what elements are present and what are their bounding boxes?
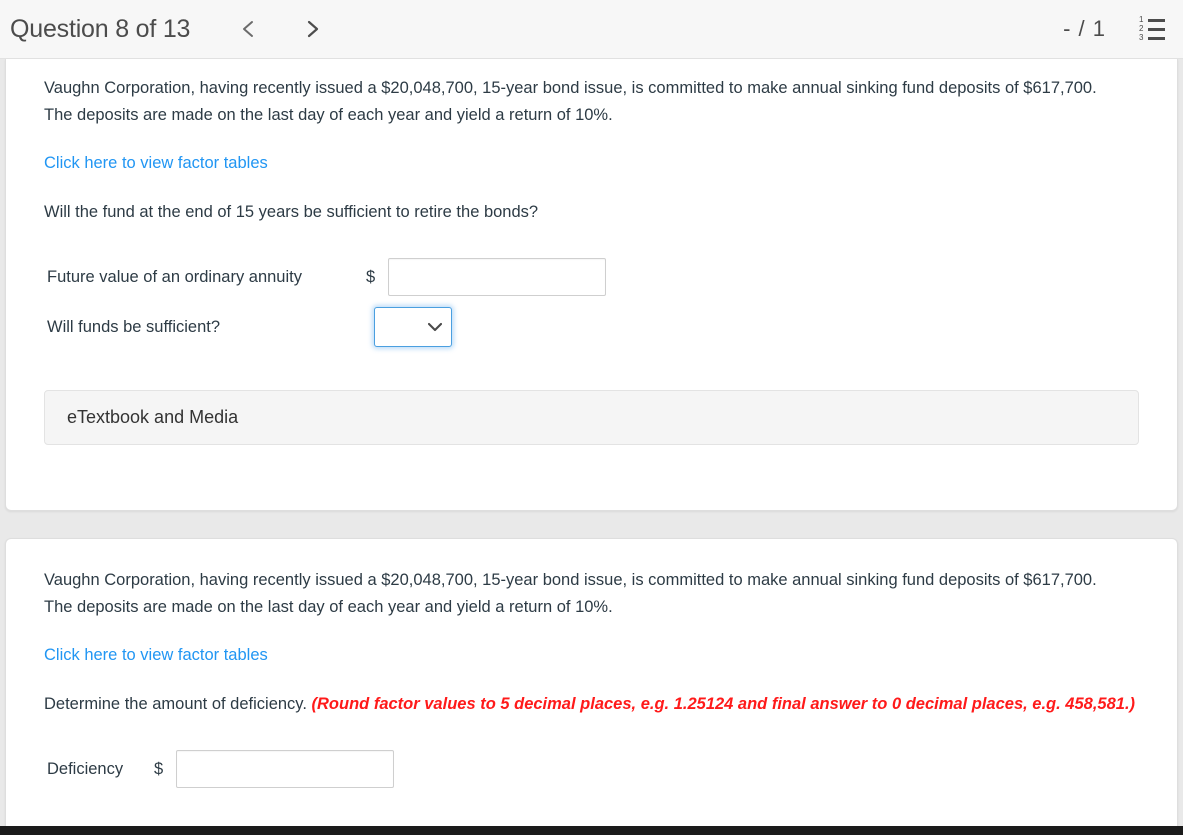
question-card-part-a: Vaughn Corporation, having recently issu… <box>5 59 1178 511</box>
currency-symbol: $ <box>366 267 376 286</box>
next-question-button[interactable] <box>292 12 332 46</box>
numbered-list-icon[interactable]: 1 2 3 <box>1139 15 1165 42</box>
future-value-label: Future value of an ordinary annuity <box>47 267 302 286</box>
list-row: 1 <box>1139 15 1165 24</box>
future-value-row: Future value of an ordinary annuity $ <box>44 252 1139 302</box>
previous-question-button[interactable] <box>228 12 268 46</box>
score-indicator: - / 1 <box>1063 16 1106 41</box>
question-paragraph: Vaughn Corporation, having recently issu… <box>44 571 1097 616</box>
funds-sufficient-label: Will funds be sufficient? <box>47 317 221 336</box>
chevron-left-icon <box>243 21 254 37</box>
funds-sufficient-row: Will funds be sufficient? <box>44 302 1139 352</box>
factor-tables-link[interactable]: Click here to view factor tables <box>44 154 268 173</box>
chevron-right-icon <box>308 20 319 38</box>
question-navigation <box>228 12 332 46</box>
deficiency-label: Deficiency <box>47 759 124 778</box>
list-number: 3 <box>1139 33 1144 42</box>
deficiency-row: Deficiency $ <box>44 744 1139 794</box>
list-row: 2 <box>1139 24 1165 33</box>
list-bar <box>1148 18 1165 22</box>
list-number: 1 <box>1139 15 1144 24</box>
factor-tables-link[interactable]: Click here to view factor tables <box>44 646 268 665</box>
bottom-bar <box>0 826 1183 835</box>
deficiency-input[interactable] <box>176 750 394 788</box>
etextbook-and-media-button[interactable]: eTextbook and Media <box>44 390 1139 445</box>
question-prompt: Will the fund at the end of 15 years be … <box>44 203 539 221</box>
deficiency-prompt-main: Determine the amount of deficiency. <box>44 695 307 713</box>
funds-sufficient-select-wrapper <box>374 307 452 347</box>
answer-fields-group: Future value of an ordinary annuity $ Wi… <box>44 252 1139 352</box>
assignment-page: Question 8 of 13 - / 1 1 2 3 Vaughn Corp… <box>0 0 1183 835</box>
etextbook-label: eTextbook and Media <box>67 407 239 427</box>
list-row: 3 <box>1139 33 1165 42</box>
list-number: 2 <box>1139 24 1144 33</box>
deficiency-prompt: Determine the amount of deficiency. (Rou… <box>44 692 1139 716</box>
rounding-instruction: (Round factor values to 5 decimal places… <box>311 695 1136 713</box>
page-title: Question 8 of 13 <box>10 14 191 43</box>
question-card-part-b: Vaughn Corporation, having recently issu… <box>5 538 1178 826</box>
list-bar <box>1148 27 1165 31</box>
deficiency-fields-group: Deficiency $ <box>44 744 1139 794</box>
question-paragraph: Vaughn Corporation, having recently issu… <box>44 79 1097 124</box>
currency-symbol: $ <box>154 759 164 778</box>
header-right-group: - / 1 1 2 3 <box>1063 16 1165 42</box>
list-bar <box>1148 36 1165 40</box>
question-header: Question 8 of 13 - / 1 1 2 3 <box>0 0 1183 59</box>
future-value-input[interactable] <box>388 258 606 296</box>
funds-sufficient-select[interactable] <box>374 307 452 347</box>
